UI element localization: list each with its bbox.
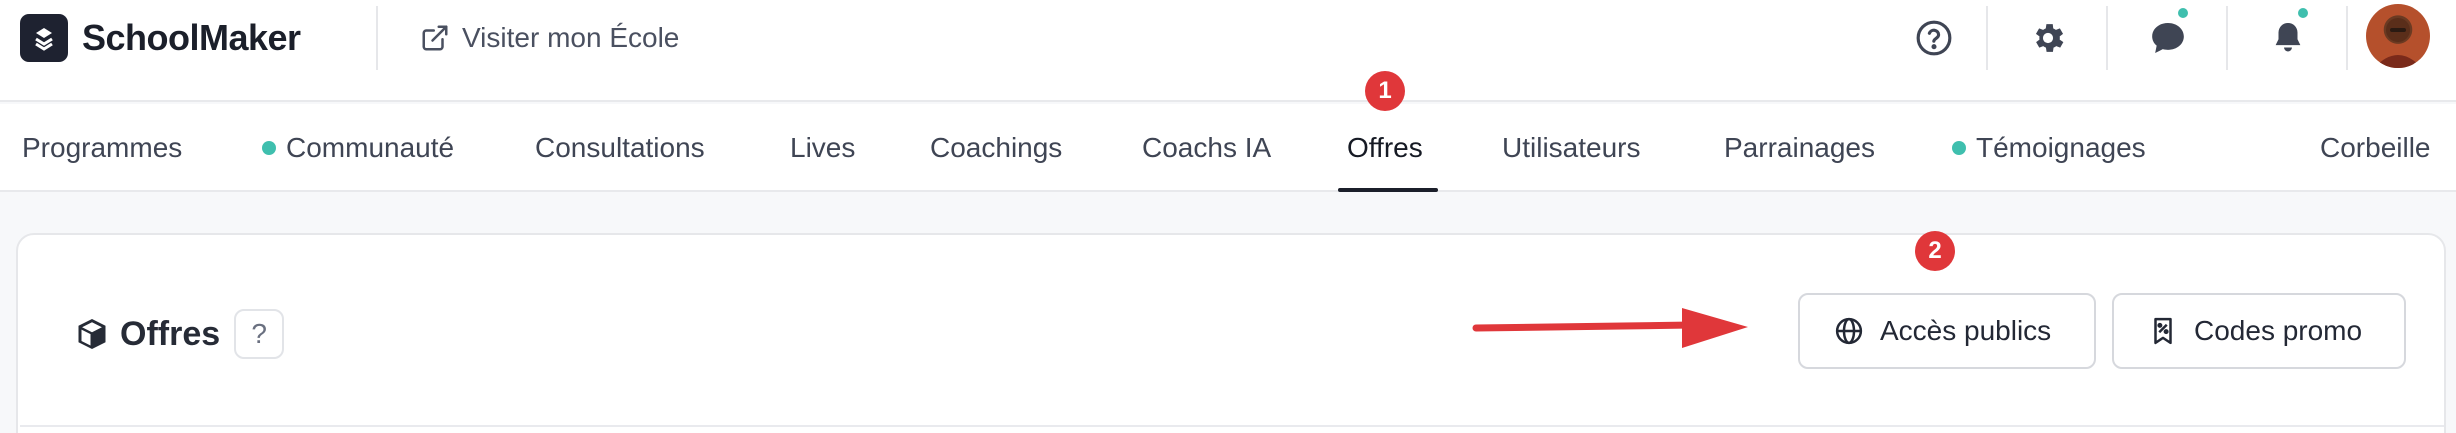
brand-name: SchoolMaker (82, 17, 301, 58)
tab-programmes[interactable]: Programmes (22, 132, 182, 164)
divider (376, 6, 378, 70)
gear-icon (2035, 24, 2064, 52)
notifications-button[interactable] (2266, 6, 2310, 60)
settings-button[interactable] (2026, 16, 2070, 60)
main-nav: Programmes Communauté Consultations Live… (0, 104, 2456, 192)
tab-parrainages[interactable]: Parrainages (1724, 132, 1875, 164)
external-link-icon (422, 25, 448, 51)
public-access-label: Accès publics (1880, 315, 2052, 346)
help-button[interactable]: ? (234, 309, 285, 359)
tab-offres[interactable]: Offres (1347, 132, 1423, 164)
promo-codes-label: Codes promo (2194, 315, 2363, 346)
card-divider (20, 425, 2444, 427)
tab-corbeille[interactable]: Corbeille (2320, 132, 2431, 164)
tab-temoignages[interactable]: Témoignages (1952, 132, 2146, 164)
active-tab-indicator (1338, 188, 1438, 192)
status-dot (262, 141, 276, 155)
bookmark-discount-icon (2154, 317, 2172, 345)
user-avatar[interactable] (2366, 4, 2430, 68)
tab-consultations[interactable]: Consultations (535, 132, 705, 164)
tab-communaute[interactable]: Communauté (262, 132, 454, 164)
chat-bubble-icon (2152, 23, 2184, 53)
messages-button[interactable] (2146, 6, 2190, 60)
public-access-button[interactable]: Accès publics (1798, 293, 2096, 369)
annotation-badge-1: 1 (1365, 71, 1405, 111)
status-dot (1952, 141, 1966, 155)
globe-icon (1835, 317, 1863, 345)
tab-coachings[interactable]: Coachings (930, 132, 1062, 164)
page-title: Offres ? (74, 309, 285, 359)
annotation-badge-2: 2 (1915, 231, 1955, 271)
tab-coachs-ia[interactable]: Coachs IA (1142, 132, 1271, 164)
divider (2106, 6, 2108, 70)
visit-school-label: Visiter mon École (462, 22, 680, 53)
package-box-icon (78, 319, 106, 349)
divider (1986, 6, 1988, 70)
visit-school-link[interactable]: Visiter mon École (420, 22, 679, 54)
divider (2346, 6, 2348, 70)
schoolmaker-logo-icon (20, 14, 68, 62)
unread-dot (2176, 6, 2190, 20)
tab-lives[interactable]: Lives (790, 132, 855, 164)
offers-card: Offres ? Accès publics Codes promo (16, 233, 2446, 433)
divider (2226, 6, 2228, 70)
tab-utilisateurs[interactable]: Utilisateurs (1502, 132, 1640, 164)
promo-codes-button[interactable]: Codes promo (2112, 293, 2406, 369)
help-circle-icon (1916, 20, 1952, 56)
help-button[interactable] (1912, 16, 1956, 60)
bell-icon (2275, 22, 2301, 52)
help-label: ? (251, 318, 267, 349)
brand[interactable]: SchoolMaker (20, 14, 301, 62)
page-title-text: Offres (120, 314, 221, 353)
unread-dot (2296, 6, 2310, 20)
annotation-arrow-icon (1472, 308, 1748, 348)
top-bar: SchoolMaker Visiter mon École (0, 0, 2456, 102)
